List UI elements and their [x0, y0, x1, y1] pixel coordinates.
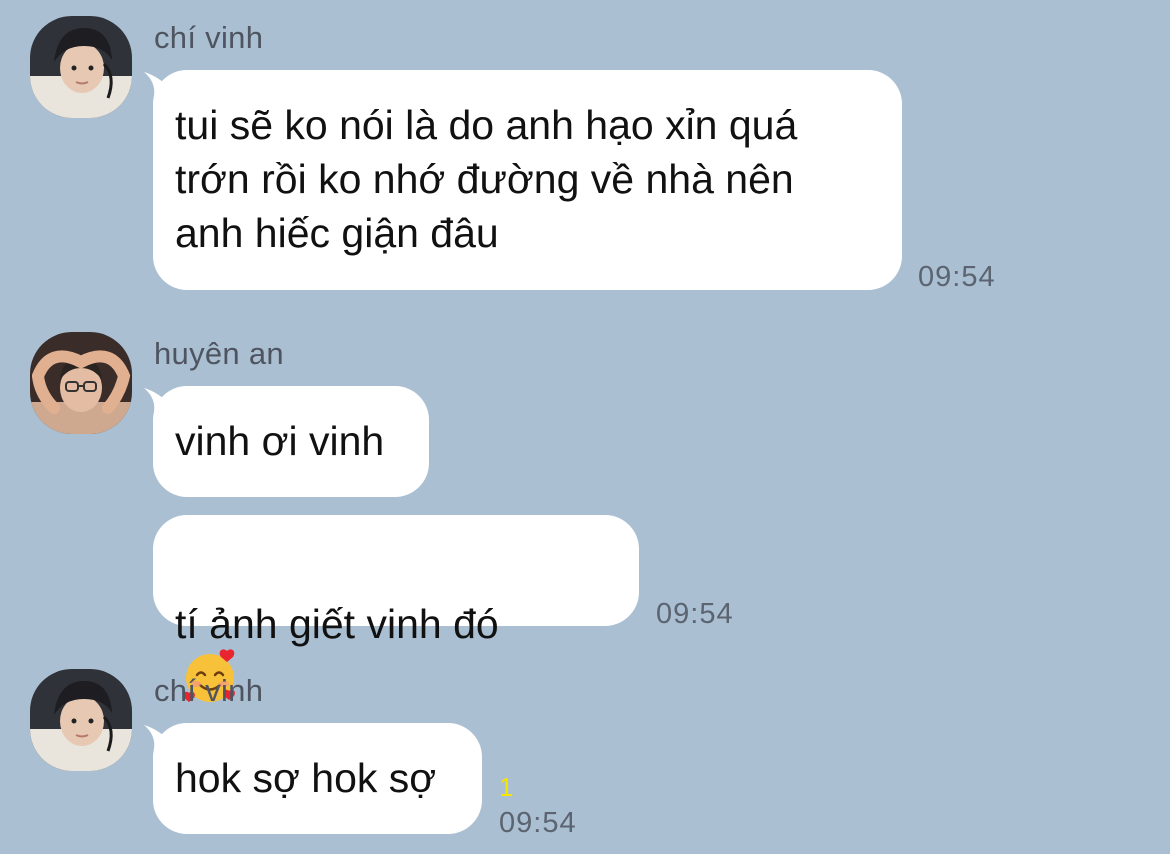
message-text: hok sợ hok sợ: [175, 755, 437, 801]
message-text: tui sẽ ko nói là do anh hạo xỉn quá trớn…: [175, 102, 798, 256]
message-bubble[interactable]: hok sợ hok sợ: [144, 723, 482, 834]
message-bubble[interactable]: tí ảnh giết vinh đó: [153, 515, 639, 703]
message-bubble[interactable]: tui sẽ ko nói là do anh hạo xỉn quá trớn…: [144, 70, 902, 290]
bubble-tail: [144, 725, 172, 749]
message-timestamp: 09:54: [499, 807, 577, 839]
avatar-chi-vinh-image: [30, 16, 132, 118]
bubble-tail: [144, 72, 172, 96]
message-text: tí ảnh giết vinh đó: [175, 601, 499, 647]
sender-name: chí vinh: [154, 20, 264, 55]
avatar-chi-vinh-image: [30, 669, 132, 771]
message-timestamp: 09:54: [918, 261, 996, 293]
message-timestamp: 09:54: [656, 598, 734, 630]
message-text: vinh ơi vinh: [175, 418, 385, 464]
unread-count-badge: 1: [499, 772, 514, 802]
sender-name: huyên an: [154, 336, 284, 371]
avatar[interactable]: [30, 16, 132, 118]
avatar-huyen-an-image: [30, 332, 132, 434]
sender-name: chí vinh: [154, 673, 264, 708]
avatar[interactable]: [30, 669, 132, 771]
avatar[interactable]: [30, 332, 132, 434]
bubble-tail: [144, 388, 172, 412]
message-bubble[interactable]: vinh ơi vinh: [144, 386, 429, 497]
